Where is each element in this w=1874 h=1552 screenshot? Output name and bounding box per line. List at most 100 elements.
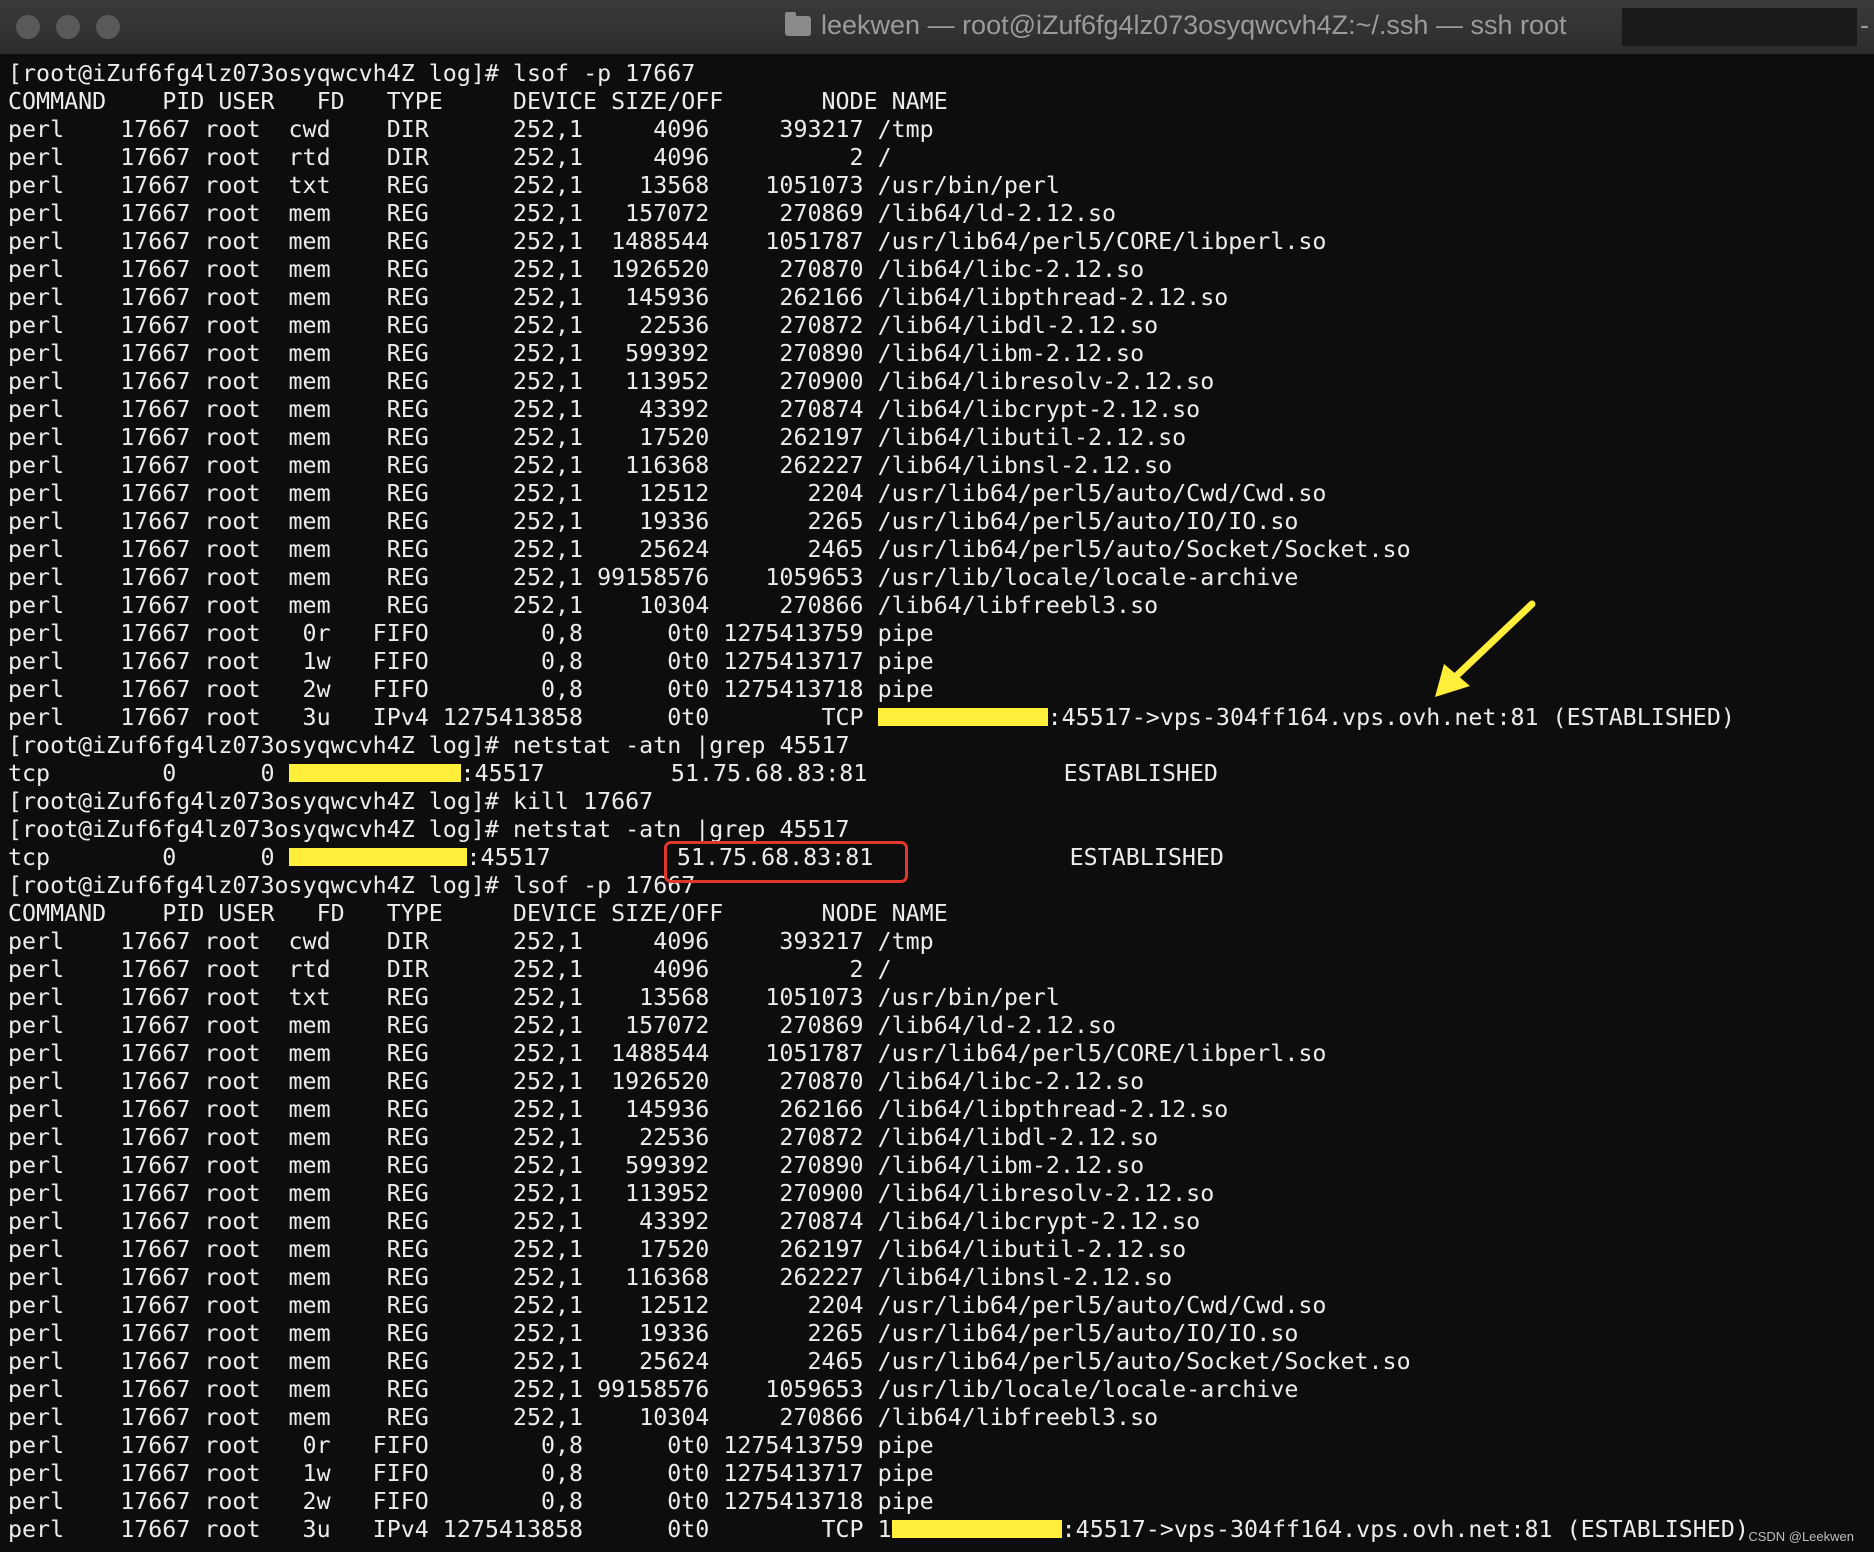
zoom-window-button[interactable] <box>96 15 120 39</box>
lsof-row-text: perl 17667 root mem REG 252,1 43392 2708… <box>8 396 1201 423</box>
folder-icon <box>785 12 811 36</box>
lsof-header-row: COMMAND PID USER FD TYPE DEVICE SIZE/OFF… <box>8 900 1874 928</box>
lsof-row-text: perl 17667 root 2w FIFO 0,8 0t0 12754137… <box>8 676 934 703</box>
lsof-header-text: COMMAND PID USER FD TYPE DEVICE SIZE/OFF… <box>8 900 948 927</box>
lsof-row: perl 17667 root mem REG 252,1 599392 270… <box>8 340 1874 368</box>
window-title-text: leekwen — root@iZuf6fg4lz073osyqwcvh4Z:~… <box>821 10 1567 40</box>
lsof-row: perl 17667 root mem REG 252,1 116368 262… <box>8 1264 1874 1292</box>
kill-command-line: [root@iZuf6fg4lz073osyqwcvh4Z log]# kill… <box>8 788 1874 816</box>
annotation-highlight-box <box>664 841 908 883</box>
shell-prompt: [root@iZuf6fg4lz073osyqwcvh4Z log]# <box>8 872 499 899</box>
lsof-row: perl 17667 root mem REG 252,1 157072 270… <box>8 1012 1874 1040</box>
lsof-row-text: perl 17667 root 0r FIFO 0,8 0t0 12754137… <box>8 620 934 647</box>
lsof-tcp-prefix: perl 17667 root 3u IPv4 1275413858 0t0 T… <box>8 704 878 731</box>
netstat-suffix: :45517 51.75.68.83:81 ESTABLISHED <box>460 760 1218 787</box>
shell-command: lsof -p 17667 <box>498 60 696 87</box>
lsof-command-line: [root@iZuf6fg4lz073osyqwcvh4Z log]# lsof… <box>8 872 1874 900</box>
lsof-row: perl 17667 root mem REG 252,1 22536 2708… <box>8 1124 1874 1152</box>
lsof-row-text: perl 17667 root mem REG 252,1 157072 270… <box>8 200 1117 227</box>
redacted-ip-highlight <box>288 764 461 782</box>
lsof-row: perl 17667 root mem REG 252,1 113952 270… <box>8 1180 1874 1208</box>
lsof-row-text: perl 17667 root 1w FIFO 0,8 0t0 12754137… <box>8 1460 934 1487</box>
lsof-row: perl 17667 root mem REG 252,1 25624 2465… <box>8 536 1874 564</box>
terminal-output[interactable]: [root@iZuf6fg4lz073osyqwcvh4Z log]# lsof… <box>8 60 1874 1544</box>
lsof-row: perl 17667 root mem REG 252,1 599392 270… <box>8 1152 1874 1180</box>
netstat-prefix: tcp 0 0 <box>8 844 289 871</box>
netstat-command-line: [root@iZuf6fg4lz073osyqwcvh4Z log]# nets… <box>8 816 1874 844</box>
window-title-trail: - <box>1860 10 1869 40</box>
lsof-row-text: perl 17667 root rtd DIR 252,1 4096 2 / <box>8 144 892 171</box>
close-window-button[interactable] <box>16 15 40 39</box>
lsof-row-text: perl 17667 root mem REG 252,1 157072 270… <box>8 1012 1117 1039</box>
lsof-row: perl 17667 root mem REG 252,1 113952 270… <box>8 368 1874 396</box>
lsof-row: perl 17667 root 1w FIFO 0,8 0t0 12754137… <box>8 1460 1874 1488</box>
lsof-row: perl 17667 root 1w FIFO 0,8 0t0 12754137… <box>8 648 1874 676</box>
lsof-row: perl 17667 root 0r FIFO 0,8 0t0 12754137… <box>8 620 1874 648</box>
netstat-command-line: [root@iZuf6fg4lz073osyqwcvh4Z log]# nets… <box>8 732 1874 760</box>
lsof-row-text: perl 17667 root mem REG 252,1 116368 262… <box>8 452 1173 479</box>
lsof-row-text: perl 17667 root mem REG 252,1 25624 2465… <box>8 1348 1411 1375</box>
lsof-row-text: perl 17667 root mem REG 252,1 599392 270… <box>8 340 1145 367</box>
lsof-row: perl 17667 root rtd DIR 252,1 4096 2 / <box>8 956 1874 984</box>
arrow-icon <box>1435 600 1536 697</box>
lsof-row: perl 17667 root mem REG 252,1 1926520 27… <box>8 1068 1874 1096</box>
lsof-row-text: perl 17667 root mem REG 252,1 116368 262… <box>8 1264 1173 1291</box>
lsof-row-text: perl 17667 root mem REG 252,1 19336 2265… <box>8 508 1299 535</box>
lsof-row-text: perl 17667 root cwd DIR 252,1 4096 39321… <box>8 928 934 955</box>
netstat-gap <box>551 844 677 871</box>
lsof-row-text: perl 17667 root cwd DIR 252,1 4096 39321… <box>8 116 934 143</box>
lsof-row-text: perl 17667 root mem REG 252,1 1926520 27… <box>8 256 1145 283</box>
lsof-row: perl 17667 root 0r FIFO 0,8 0t0 12754137… <box>8 1432 1874 1460</box>
lsof-row: perl 17667 root mem REG 252,1 145936 262… <box>8 284 1874 312</box>
lsof-header-text: COMMAND PID USER FD TYPE DEVICE SIZE/OFF… <box>8 88 948 115</box>
lsof-tcp-suffix: :45517->vps-304ff164.vps.ovh.net:81 (EST… <box>1061 1516 1749 1543</box>
lsof-row: perl 17667 root mem REG 252,1 1926520 27… <box>8 256 1874 284</box>
lsof-row: perl 17667 root mem REG 252,1 17520 2621… <box>8 424 1874 452</box>
lsof-row: perl 17667 root txt REG 252,1 13568 1051… <box>8 172 1874 200</box>
lsof-row-text: perl 17667 root mem REG 252,1 12512 2204… <box>8 480 1327 507</box>
lsof-row-text: perl 17667 root txt REG 252,1 13568 1051… <box>8 172 1060 199</box>
lsof-row-text: perl 17667 root mem REG 252,1 10304 2708… <box>8 592 1159 619</box>
lsof-row: perl 17667 root txt REG 252,1 13568 1051… <box>8 984 1874 1012</box>
lsof-row-text: perl 17667 root mem REG 252,1 145936 262… <box>8 1096 1229 1123</box>
lsof-row: perl 17667 root mem REG 252,1 116368 262… <box>8 452 1874 480</box>
lsof-row-text: perl 17667 root mem REG 252,1 1488544 10… <box>8 1040 1327 1067</box>
lsof-row-text: perl 17667 root mem REG 252,1 113952 270… <box>8 1180 1215 1207</box>
shell-prompt: [root@iZuf6fg4lz073osyqwcvh4Z log]# <box>8 816 499 843</box>
lsof-row: perl 17667 root mem REG 252,1 99158576 1… <box>8 1376 1874 1404</box>
lsof-row-text: perl 17667 root mem REG 252,1 599392 270… <box>8 1152 1145 1179</box>
lsof-row: perl 17667 root mem REG 252,1 19336 2265… <box>8 508 1874 536</box>
lsof-row: perl 17667 root mem REG 252,1 19336 2265… <box>8 1320 1874 1348</box>
lsof-row-text: perl 17667 root 1w FIFO 0,8 0t0 12754137… <box>8 648 934 675</box>
shell-prompt: [root@iZuf6fg4lz073osyqwcvh4Z log]# <box>8 60 499 87</box>
lsof-row: perl 17667 root mem REG 252,1 157072 270… <box>8 200 1874 228</box>
lsof-row: perl 17667 root mem REG 252,1 99158576 1… <box>8 564 1874 592</box>
lsof-row-text: perl 17667 root mem REG 252,1 99158576 1… <box>8 1376 1299 1403</box>
redacted-ip-highlight <box>891 1520 1062 1538</box>
lsof-command-line: [root@iZuf6fg4lz073osyqwcvh4Z log]# lsof… <box>8 60 1874 88</box>
lsof-row-text: perl 17667 root mem REG 252,1 1488544 10… <box>8 228 1327 255</box>
lsof-row-text: perl 17667 root mem REG 252,1 43392 2708… <box>8 1208 1201 1235</box>
lsof-row-text: perl 17667 root mem REG 252,1 17520 2621… <box>8 1236 1187 1263</box>
title-redaction <box>1622 8 1857 46</box>
lsof-row: perl 17667 root mem REG 252,1 12512 2204… <box>8 480 1874 508</box>
lsof-row: perl 17667 root mem REG 252,1 25624 2465… <box>8 1348 1874 1376</box>
lsof-row-text: perl 17667 root 2w FIFO 0,8 0t0 12754137… <box>8 1488 934 1515</box>
lsof-row-text: perl 17667 root mem REG 252,1 12512 2204… <box>8 1292 1327 1319</box>
lsof-row: perl 17667 root mem REG 252,1 145936 262… <box>8 1096 1874 1124</box>
lsof-row-text: perl 17667 root rtd DIR 252,1 4096 2 / <box>8 956 892 983</box>
lsof-row: perl 17667 root mem REG 252,1 17520 2621… <box>8 1236 1874 1264</box>
lsof-row: perl 17667 root cwd DIR 252,1 4096 39321… <box>8 116 1874 144</box>
lsof-tcp-row: perl 17667 root 3u IPv4 1275413858 0t0 T… <box>8 704 1874 732</box>
lsof-row: perl 17667 root mem REG 252,1 10304 2708… <box>8 592 1874 620</box>
minimize-window-button[interactable] <box>56 15 80 39</box>
lsof-tcp-prefix: perl 17667 root 3u IPv4 1275413858 0t0 T… <box>8 1516 892 1543</box>
netstat-result-row: tcp 0 0 :45517 51.75.68.83:81 ESTABLISHE… <box>8 760 1874 788</box>
netstat-result-row: tcp 0 0 :45517 51.75.68.83:81 ESTABLISHE… <box>8 844 1874 872</box>
lsof-row-text: perl 17667 root txt REG 252,1 13568 1051… <box>8 984 1060 1011</box>
redacted-ip-highlight <box>288 848 467 866</box>
lsof-row: perl 17667 root 2w FIFO 0,8 0t0 12754137… <box>8 1488 1874 1516</box>
shell-command: netstat -atn |grep 45517 <box>498 816 850 843</box>
lsof-row: perl 17667 root mem REG 252,1 1488544 10… <box>8 228 1874 256</box>
lsof-header-row: COMMAND PID USER FD TYPE DEVICE SIZE/OFF… <box>8 88 1874 116</box>
